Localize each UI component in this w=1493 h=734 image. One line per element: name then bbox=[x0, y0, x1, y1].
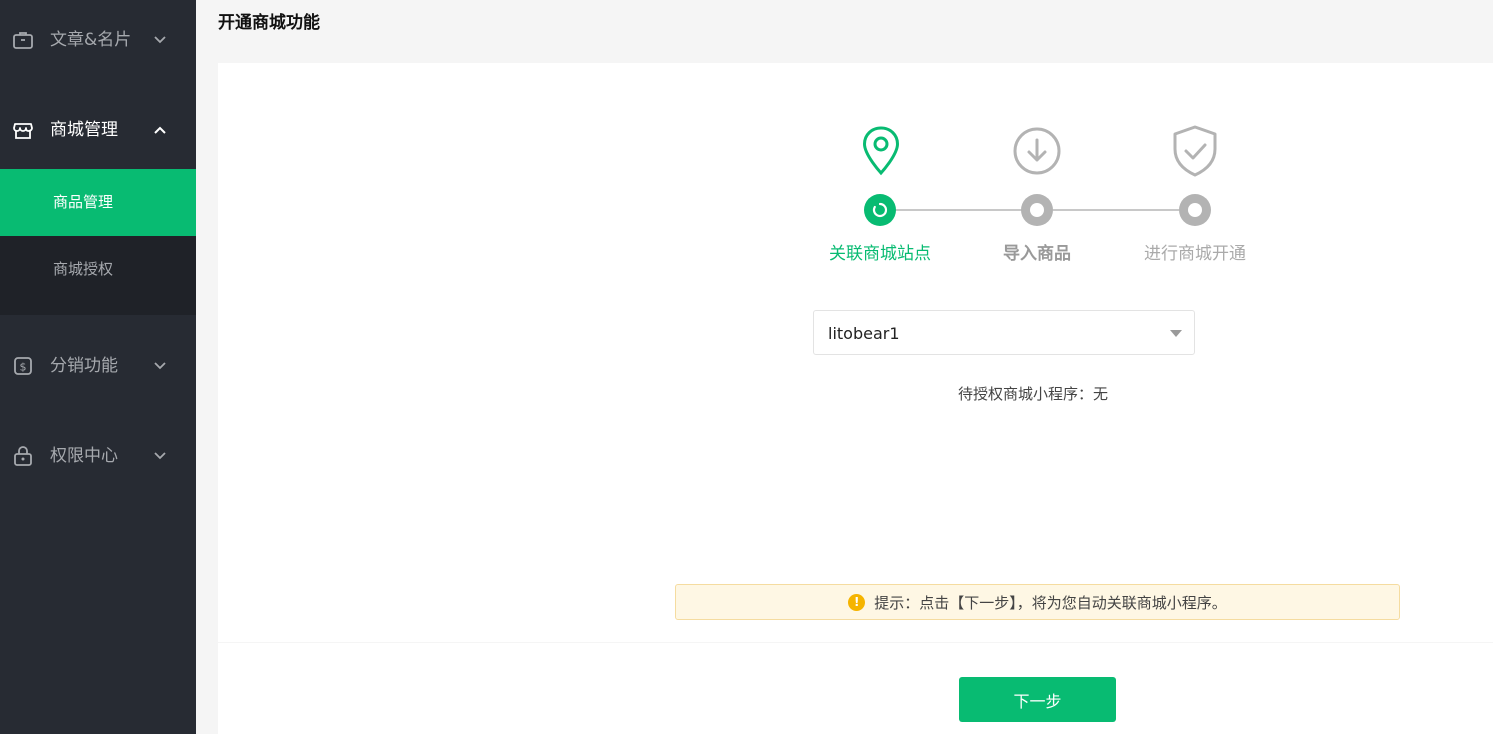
chevron-down-icon bbox=[154, 362, 166, 370]
nav-group-mall[interactable]: 商城管理 bbox=[0, 100, 196, 160]
nav-group-label: 商城管理 bbox=[50, 120, 118, 140]
location-pin-icon bbox=[862, 126, 900, 176]
nav-group-permissions[interactable]: 权限中心 bbox=[0, 426, 196, 486]
site-select-value: litobear1 bbox=[828, 324, 900, 343]
site-select[interactable]: litobear1 bbox=[813, 310, 1195, 355]
step-label-link-site: 关联商城站点 bbox=[829, 244, 931, 264]
svg-text:$: $ bbox=[20, 361, 27, 374]
sidebar-item-mall-auth[interactable]: 商城授权 bbox=[0, 236, 196, 303]
chevron-down-icon bbox=[154, 36, 166, 44]
next-button[interactable]: 下一步 bbox=[959, 677, 1116, 722]
pending-miniprogram-value: 无 bbox=[1093, 385, 1109, 403]
dollar-icon: $ bbox=[14, 357, 32, 375]
step-label-import: 导入商品 bbox=[1003, 244, 1071, 264]
footer-bar bbox=[218, 643, 1493, 734]
caret-down-icon bbox=[1170, 330, 1182, 337]
step-active-dot bbox=[864, 194, 896, 226]
warning-icon: ! bbox=[848, 593, 866, 611]
step-connector bbox=[896, 209, 1022, 211]
nav-group-label: 分销功能 bbox=[50, 356, 118, 376]
nav-group-label: 权限中心 bbox=[50, 446, 118, 466]
chevron-up-icon bbox=[154, 126, 166, 134]
store-icon bbox=[13, 123, 33, 139]
tip-banner: ! 提示：点击【下一步】，将为您自动关联商城小程序。 bbox=[675, 584, 1400, 620]
pending-miniprogram: 待授权商城小程序：无 bbox=[958, 383, 1408, 404]
step-connector bbox=[1053, 209, 1179, 211]
loading-icon bbox=[872, 202, 888, 218]
briefcase-icon bbox=[13, 32, 33, 49]
nav-group-label: 文章&名片 bbox=[50, 30, 132, 50]
step-pending-dot bbox=[1021, 194, 1053, 226]
nav-group-distribution[interactable]: $ 分销功能 bbox=[0, 336, 196, 396]
pending-miniprogram-label: 待授权商城小程序： bbox=[958, 385, 1094, 403]
lock-icon bbox=[14, 446, 32, 466]
shield-check-icon bbox=[1173, 125, 1217, 177]
download-icon bbox=[1013, 127, 1061, 175]
sidebar: 文章&名片 商城管理 商品管理 商城授权 $ 分销功能 权限中心 bbox=[0, 0, 196, 734]
step-label-activate: 进行商城开通 bbox=[1144, 244, 1246, 264]
mall-submenu: 商品管理 商城授权 bbox=[0, 169, 196, 315]
nav-group-articles[interactable]: 文章&名片 bbox=[0, 10, 196, 70]
step-pending-dot bbox=[1179, 194, 1211, 226]
page-title: 开通商城功能 bbox=[218, 13, 320, 33]
tip-text: 提示：点击【下一步】，将为您自动关联商城小程序。 bbox=[874, 593, 1227, 612]
sidebar-item-products[interactable]: 商品管理 bbox=[0, 169, 196, 236]
chevron-down-icon bbox=[154, 452, 166, 460]
